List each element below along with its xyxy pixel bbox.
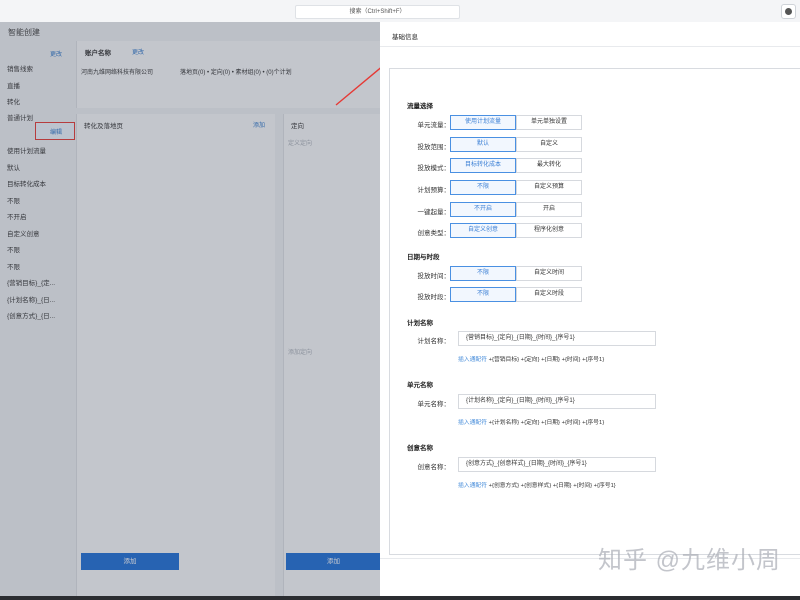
- row-label: 计划预算：: [417, 187, 451, 194]
- convert-add-link[interactable]: 添加: [253, 120, 265, 129]
- account-stats: 落地页(0) • 定向(0) • 素材组(0) • (0)个计划: [180, 70, 292, 76]
- option-button[interactable]: 自定义时段: [516, 287, 582, 302]
- target-placeholder-2: 添加定向: [288, 350, 313, 356]
- option-button[interactable]: 最大转化: [516, 158, 582, 173]
- convert-column: 转化及落地页 添加 添加: [76, 114, 275, 600]
- row-label: 投放模式：: [417, 165, 451, 172]
- section-date: 日期与时段: [407, 254, 440, 261]
- basic-info-drawer: 基础信息 流量选择 单元流量： 使用计划流量 单元单独设置 投放范围： 默认 自…: [380, 22, 800, 600]
- row-label: 投放范围：: [417, 144, 451, 151]
- edit-label: 编辑: [50, 130, 63, 136]
- section-plan-name: 计划名称: [407, 320, 433, 327]
- sidebar-item[interactable]: 直播: [7, 80, 20, 90]
- section-creative-name: 创意名称: [407, 445, 433, 452]
- sidebar-item[interactable]: {计划名称}_{日...: [7, 294, 55, 304]
- account-change-link[interactable]: 更改: [132, 47, 144, 56]
- form-panel: 流量选择 单元流量： 使用计划流量 单元单独设置 投放范围： 默认 自定义 投放…: [389, 68, 800, 555]
- add-button[interactable]: 添加: [81, 553, 179, 570]
- account-name: 河南九维网络科技有限公司: [81, 70, 154, 76]
- taskbar: [0, 596, 800, 600]
- page-title: 智能创建: [8, 28, 40, 37]
- option-button[interactable]: 单元单独设置: [516, 115, 582, 130]
- sidebar-item[interactable]: 使用计划流量: [7, 145, 46, 155]
- sidebar-item[interactable]: 不限: [7, 261, 20, 271]
- sidebar-item[interactable]: 默认: [7, 162, 20, 172]
- insert-wildcard-link[interactable]: 插入通配符: [458, 420, 487, 426]
- divider: [380, 46, 800, 47]
- option-button[interactable]: 程序化创意: [516, 223, 582, 238]
- section-unit-name: 单元名称: [407, 382, 433, 389]
- sidebar-item[interactable]: 不限: [7, 195, 20, 205]
- unit-name-label: 单元名称：: [417, 401, 451, 408]
- left-panel: 智能创建 更改 销售线索 直播 转化 普通计划 编辑 使用计划流量 默认 目标转…: [0, 22, 381, 600]
- row-label: 单元流量：: [417, 122, 451, 129]
- target-column-title: 定向: [291, 123, 304, 130]
- search-input[interactable]: 搜索（Ctrl+Shift+F）: [295, 5, 460, 19]
- row-label: 一键起量：: [417, 209, 451, 216]
- account-header: 账户名称: [85, 50, 111, 57]
- option-button[interactable]: 自定义时间: [516, 266, 582, 281]
- creative-name-input[interactable]: {创意方式}_{创意样式}_{日期}_{时间}_{序号1}: [458, 457, 656, 472]
- add-target-button[interactable]: 添加: [286, 553, 381, 570]
- option-button[interactable]: 使用计划流量: [450, 115, 516, 130]
- plan-name-input[interactable]: {营销目标}_{定向}_{日期}_{时间}_{序号1}: [458, 331, 656, 346]
- sidebar-item[interactable]: {创意方式}_{日...: [7, 310, 55, 320]
- row-label: 创意类型：: [417, 230, 451, 237]
- option-button[interactable]: 自定义创意: [450, 223, 516, 238]
- option-button[interactable]: 目标转化成本: [450, 158, 516, 173]
- creative-name-wildcards: 插入通配符 +{创意方式} +{创意样式} +{日期} +{时间} +{序号1}: [458, 480, 616, 489]
- watermark: 知乎 @九维小周: [598, 547, 782, 574]
- row-label: 投放时段：: [417, 294, 451, 301]
- sidebar-item[interactable]: 销售线索: [7, 63, 33, 73]
- sidebar-item[interactable]: {营销目标}_{定...: [7, 277, 55, 287]
- sidebar-item[interactable]: 普通计划: [7, 112, 33, 122]
- target-column: 定向 定义定向 添加定向 添加: [283, 114, 381, 600]
- wildcard-tokens[interactable]: +{创意方式} +{创意样式} +{日期} +{时间} +{序号1}: [489, 483, 616, 489]
- unit-name-input[interactable]: {计划名称}_{定向}_{日期}_{时间}_{序号1}: [458, 394, 656, 409]
- sidebar-item[interactable]: 不限: [7, 244, 20, 254]
- sidebar-item[interactable]: 自定义创意: [7, 228, 40, 238]
- wildcard-tokens[interactable]: +{计划名称} +{定向} +{日期} +{时间} +{序号1}: [489, 420, 605, 426]
- insert-wildcard-link[interactable]: 插入通配符: [458, 357, 487, 363]
- option-button[interactable]: 不限: [450, 266, 516, 281]
- option-button[interactable]: 不限: [450, 287, 516, 302]
- sidebar-item[interactable]: 目标转化成本: [7, 178, 46, 188]
- section-flow: 流量选择: [407, 103, 433, 110]
- edit-button[interactable]: 编辑: [35, 122, 75, 140]
- row-label: 投放时间：: [417, 273, 451, 280]
- top-bar: 搜索（Ctrl+Shift+F）: [0, 0, 800, 23]
- option-button[interactable]: 自定义: [516, 137, 582, 152]
- option-button[interactable]: 不开启: [450, 202, 516, 217]
- plan-name-label: 计划名称：: [417, 338, 451, 345]
- option-button[interactable]: 自定义预算: [516, 180, 582, 195]
- wildcard-tokens[interactable]: +{营销目标} +{定向} +{日期} +{时间} +{序号1}: [489, 357, 605, 363]
- sidebar-item[interactable]: 转化: [7, 96, 20, 106]
- convert-column-title: 转化及落地页: [84, 123, 123, 130]
- drawer-title: 基础信息: [392, 34, 418, 41]
- creative-name-label: 创意名称：: [417, 464, 451, 471]
- target-placeholder: 定义定向: [288, 141, 313, 147]
- sidebar-item[interactable]: 不开启: [7, 211, 27, 221]
- plan-name-wildcards: 插入通配符 +{营销目标} +{定向} +{日期} +{时间} +{序号1}: [458, 354, 604, 363]
- insert-wildcard-link[interactable]: 插入通配符: [458, 483, 487, 489]
- avatar[interactable]: [781, 4, 796, 19]
- sidebar-change-link[interactable]: 更改: [50, 49, 62, 58]
- unit-name-wildcards: 插入通配符 +{计划名称} +{定向} +{日期} +{时间} +{序号1}: [458, 417, 604, 426]
- option-button[interactable]: 不限: [450, 180, 516, 195]
- option-button[interactable]: 开启: [516, 202, 582, 217]
- option-button[interactable]: 默认: [450, 137, 516, 152]
